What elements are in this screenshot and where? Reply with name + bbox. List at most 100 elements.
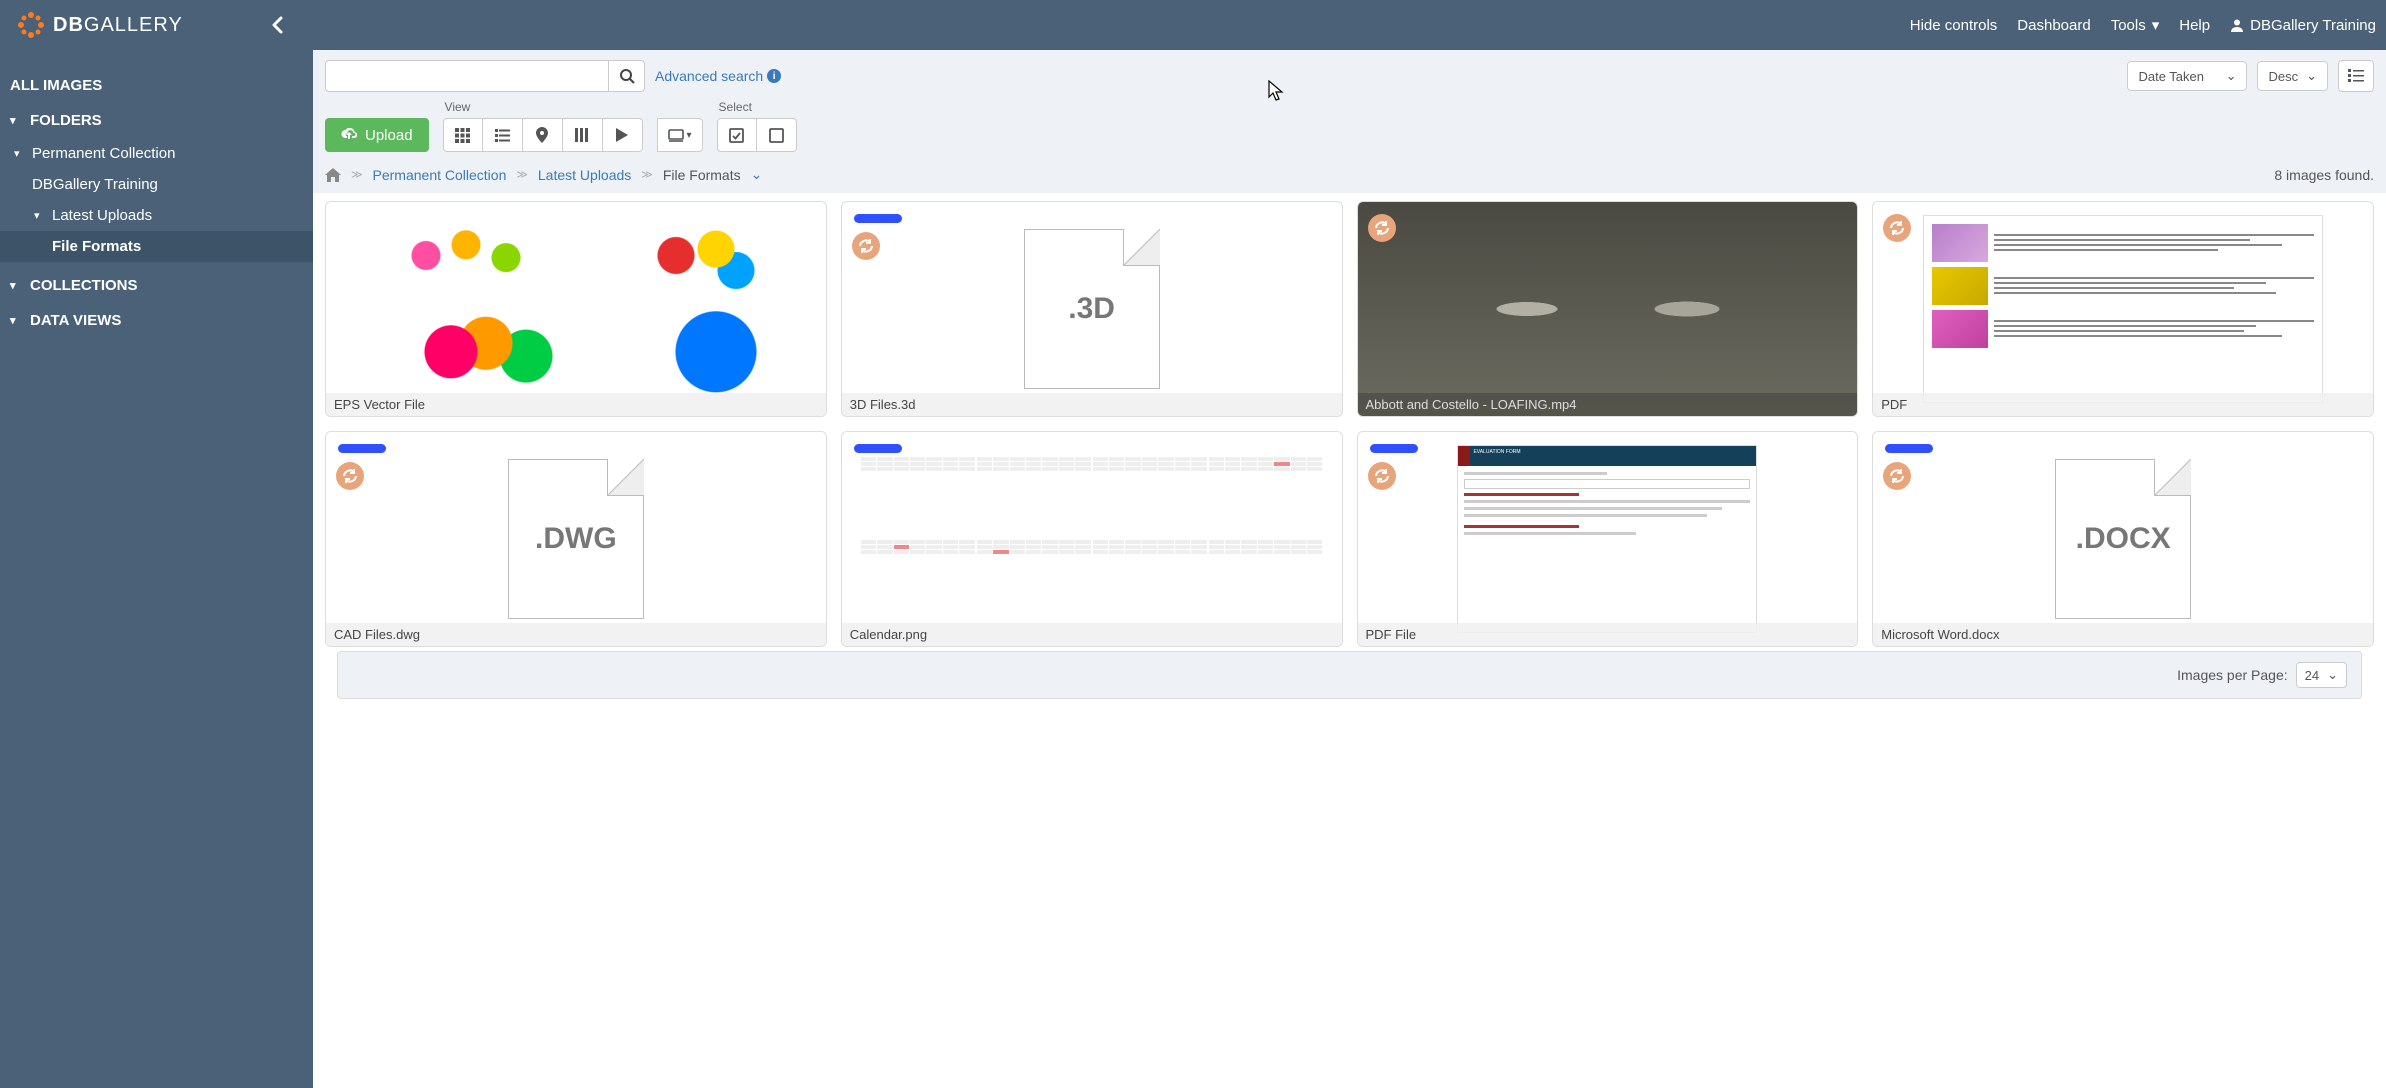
caret-down-icon: ▾: [2152, 16, 2160, 34]
card-caption: PDF: [1873, 393, 2373, 416]
images-found-label: 8 images found.: [2274, 167, 2374, 183]
grid-card[interactable]: Abbott and Costello - LOAFING.mp4: [1357, 201, 1859, 417]
collapse-sidebar-icon[interactable]: [268, 15, 288, 35]
breadcrumb: ≫ Permanent Collection ≫ Latest Uploads …: [313, 162, 2386, 193]
caret-down-icon: ▾: [687, 130, 692, 141]
thumbnail: [1873, 202, 2373, 416]
sync-icon: [336, 462, 364, 490]
breadcrumb-latest-uploads[interactable]: Latest Uploads: [538, 167, 631, 183]
sidebar: ALL IMAGES ▾ FOLDERS ▾ Permanent Collect…: [0, 50, 313, 1088]
select-button-group: [717, 118, 797, 152]
chevron-down-icon: ▾: [10, 114, 22, 127]
view-label: View: [443, 100, 643, 114]
sidebar-item-latest-uploads[interactable]: ▾ Latest Uploads: [0, 200, 313, 231]
help-link[interactable]: Help: [2179, 17, 2210, 34]
sidebar-all-images[interactable]: ALL IMAGES: [0, 68, 313, 103]
pagination-footer: Images per Page: 24 ⌄: [337, 651, 2362, 699]
search-button[interactable]: [608, 61, 644, 91]
select-label: Select: [717, 100, 797, 114]
hide-controls-link[interactable]: Hide controls: [1910, 17, 1998, 34]
status-pill: [1370, 444, 1418, 453]
advanced-search-link[interactable]: Advanced search i: [655, 68, 781, 84]
upload-icon: [341, 128, 357, 142]
search-input[interactable]: [326, 61, 608, 91]
breadcrumb-dropdown-icon[interactable]: ⌄: [751, 166, 763, 183]
status-pill: [854, 444, 902, 453]
chevron-down-icon: ▾: [14, 147, 26, 160]
search-toolbar: Advanced search i Date Taken ⌄ Desc ⌄: [313, 50, 2386, 100]
grid-card[interactable]: .3D 3D Files.3d: [841, 201, 1343, 417]
chevron-down-icon: ▾: [34, 209, 46, 222]
home-icon[interactable]: [325, 168, 341, 182]
top-navigation: Hide controls Dashboard Tools ▾ Help DBG…: [1910, 16, 2376, 34]
user-menu[interactable]: DBGallery Training: [2230, 17, 2376, 34]
logo-text: DBGALLERY: [53, 14, 183, 37]
thumbnail: [842, 432, 1342, 646]
sidebar-collections-heading[interactable]: ▾ COLLECTIONS: [0, 268, 313, 303]
images-per-page-select[interactable]: 24 ⌄: [2296, 662, 2347, 688]
play-icon: [616, 128, 628, 142]
columns-icon: [575, 128, 590, 142]
logo[interactable]: DBGALLERY: [0, 9, 183, 41]
thumbnail-grid: EPS Vector File .3D 3D Files.3d Abbott a…: [325, 201, 2374, 647]
chevron-down-icon: ⌄: [2306, 68, 2317, 84]
sidebar-item-permanent-collection[interactable]: ▾ Permanent Collection: [0, 138, 313, 169]
view-grid-button[interactable]: [443, 118, 483, 152]
select-all-button[interactable]: [717, 118, 757, 152]
sidebar-item-file-formats[interactable]: File Formats: [0, 231, 313, 262]
breadcrumb-permanent-collection[interactable]: Permanent Collection: [373, 167, 507, 183]
sync-icon: [1368, 214, 1396, 242]
tools-menu[interactable]: Tools ▾: [2111, 16, 2160, 34]
sidebar-item-dbgallery-training[interactable]: DBGallery Training: [0, 169, 313, 200]
grid-card[interactable]: .DWG CAD Files.dwg: [325, 431, 827, 647]
status-pill: [1885, 444, 1933, 453]
list-icon: [2348, 69, 2364, 83]
search-box: [325, 60, 645, 92]
breadcrumb-separator: ≫: [351, 168, 363, 181]
sidebar-folders-heading[interactable]: ▾ FOLDERS: [0, 103, 313, 138]
list-icon: [495, 129, 510, 142]
grid-card[interactable]: Calendar.png: [841, 431, 1343, 647]
info-icon: i: [767, 69, 781, 83]
search-icon: [619, 68, 635, 84]
grid-icon: [455, 128, 470, 143]
check-square-icon: [729, 128, 744, 143]
card-caption: EPS Vector File: [326, 393, 826, 416]
images-per-page-label: Images per Page:: [2177, 667, 2288, 683]
logo-icon: [15, 9, 47, 41]
card-caption: Microsoft Word.docx: [1873, 623, 2373, 646]
card-caption: PDF File: [1358, 623, 1858, 646]
display-options-button[interactable]: ▾: [657, 118, 703, 152]
layout-options-button[interactable]: [2338, 60, 2374, 92]
select-none-button[interactable]: [757, 118, 797, 152]
content-area: Advanced search i Date Taken ⌄ Desc ⌄: [313, 50, 2386, 1088]
view-map-button[interactable]: [523, 118, 563, 152]
view-button-group: [443, 118, 643, 152]
display-icon: [668, 129, 684, 142]
sort-direction-select[interactable]: Desc ⌄: [2257, 61, 2328, 91]
view-columns-button[interactable]: [563, 118, 603, 152]
breadcrumb-separator: ≫: [641, 168, 653, 181]
dashboard-link[interactable]: Dashboard: [2017, 17, 2090, 34]
sort-field-select[interactable]: Date Taken ⌄: [2127, 61, 2247, 91]
status-pill: [854, 214, 902, 223]
user-icon: [2230, 18, 2244, 32]
chevron-down-icon: ⌄: [2226, 68, 2237, 84]
thumbnail: EVALUATION FORM: [1358, 432, 1858, 646]
grid-card[interactable]: EVALUATION FORM: [1357, 431, 1859, 647]
grid-card[interactable]: EPS Vector File: [325, 201, 827, 417]
view-list-button[interactable]: [483, 118, 523, 152]
grid-card[interactable]: PDF: [1872, 201, 2374, 417]
card-caption: CAD Files.dwg: [326, 623, 826, 646]
grid-card[interactable]: .DOCX Microsoft Word.docx: [1872, 431, 2374, 647]
breadcrumb-separator: ≫: [516, 168, 528, 181]
thumbnail: .DOCX: [1873, 432, 2373, 646]
chevron-down-icon: ▾: [10, 314, 22, 327]
upload-button[interactable]: Upload: [325, 118, 429, 152]
view-slideshow-button[interactable]: [603, 118, 643, 152]
sidebar-data-views-heading[interactable]: ▾ DATA VIEWS: [0, 303, 313, 338]
thumbnail: .DWG: [326, 432, 826, 646]
card-caption: 3D Files.3d: [842, 393, 1342, 416]
breadcrumb-current: File Formats: [663, 167, 741, 183]
thumbnail: [326, 202, 826, 416]
